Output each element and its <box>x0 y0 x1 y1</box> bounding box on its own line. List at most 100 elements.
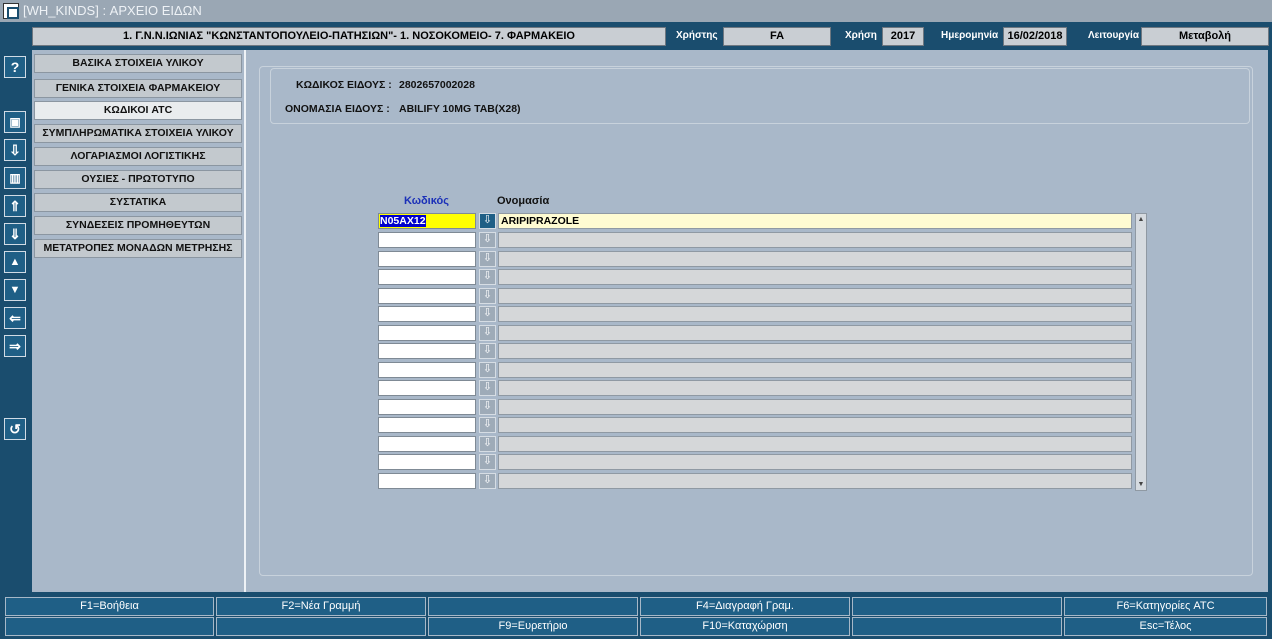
help-icon[interactable]: ? <box>4 56 26 78</box>
lookup-down-icon[interactable]: ⇩ <box>479 473 496 489</box>
name-cell[interactable] <box>498 380 1132 396</box>
code-cell[interactable] <box>378 473 476 489</box>
code-cell[interactable] <box>378 232 476 248</box>
code-cell-text: N05AX12 <box>380 215 426 227</box>
undo-icon[interactable]: ↺ <box>4 418 26 440</box>
sidebar-item-substances[interactable]: ΟΥΣΙΕΣ - ΠΡΩΤΟΤΥΠΟ <box>34 170 242 189</box>
name-cell[interactable] <box>498 306 1132 322</box>
lookup-down-icon[interactable]: ⇩ <box>479 417 496 433</box>
lookup-down-icon[interactable]: ⇩ <box>479 288 496 304</box>
fkey-empty[interactable] <box>216 617 426 636</box>
code-cell[interactable] <box>378 306 476 322</box>
name-cell[interactable] <box>498 343 1132 359</box>
fkey-empty[interactable] <box>5 617 214 636</box>
sidebar-item-supplementary[interactable]: ΣΥΜΠΛΗΡΩΜΑΤΙΚΑ ΣΤΟΙΧΕΙΑ ΥΛΙΚΟΥ <box>34 124 242 143</box>
lookup-down-icon[interactable]: ⇩ <box>479 306 496 322</box>
fkey-empty[interactable] <box>852 617 1062 636</box>
grid-scrollbar[interactable]: ▲ ▼ <box>1135 213 1147 491</box>
lookup-down-icon[interactable]: ⇩ <box>479 251 496 267</box>
name-cell[interactable] <box>498 325 1132 341</box>
mode-field: Μεταβολή <box>1141 27 1269 46</box>
sidebar-item-basic-material[interactable]: ΒΑΣΙΚΑ ΣΤΟΙΧΕΙΑ ΥΛΙΚΟΥ <box>34 54 242 73</box>
item-code-label: ΚΩΔΙΚΟΣ ΕΙΔΟΥΣ : <box>296 79 392 91</box>
trash-icon[interactable]: ▥ <box>4 167 26 189</box>
fkey-atc-categories[interactable]: F6=Κατηγορίες ATC <box>1064 597 1267 616</box>
fkey-exit[interactable]: Esc=Τέλος <box>1064 617 1267 636</box>
sidebar-item-supplier-links[interactable]: ΣΥΝΔΕΣΕΙΣ ΠΡΟΜΗΘΕΥΤΩΝ <box>34 216 242 235</box>
name-cell[interactable] <box>498 232 1132 248</box>
sidebar-item-accounting[interactable]: ΛΟΓΑΡΙΑΣΜΟΙ ΛΟΓΙΣΤΙΚΗΣ <box>34 147 242 166</box>
column-header-name: Ονομασία <box>497 195 550 207</box>
code-cell[interactable] <box>378 269 476 285</box>
mode-label: Λειτουργία <box>1088 30 1139 41</box>
item-name-value: ABILIFY 10MG TAB(X28) <box>399 103 521 115</box>
sidebar-item-ingredients[interactable]: ΣΥΣΤΑΤΙΚΑ <box>34 193 242 212</box>
name-cell[interactable] <box>498 288 1132 304</box>
scroll-down-icon[interactable]: ▼ <box>1136 479 1146 490</box>
fkey-index[interactable]: F9=Ευρετήριο <box>428 617 638 636</box>
user-label: Χρήστης <box>676 30 718 41</box>
code-cell[interactable] <box>378 454 476 470</box>
next-block-icon[interactable]: ⇒ <box>4 335 26 357</box>
fkey-help[interactable]: F1=Βοήθεια <box>5 597 214 616</box>
date-label: Ημερομηνία <box>941 30 999 41</box>
code-cell[interactable] <box>378 325 476 341</box>
fkey-new-row[interactable]: F2=Νέα Γραμμή <box>216 597 426 616</box>
lookup-down-icon[interactable]: ⇩ <box>479 380 496 396</box>
name-cell[interactable] <box>498 436 1132 452</box>
code-cell[interactable] <box>378 436 476 452</box>
date-field: 16/02/2018 <box>1003 27 1067 46</box>
code-cell[interactable] <box>378 380 476 396</box>
lookup-down-icon[interactable]: ⇩ <box>479 362 496 378</box>
save-icon[interactable]: ▣ <box>4 111 26 133</box>
first-record-icon[interactable]: ⇑ <box>4 195 26 217</box>
lookup-down-icon[interactable]: ⇩ <box>479 436 496 452</box>
code-cell[interactable]: N05AX12 <box>378 213 476 229</box>
lookup-down-icon[interactable]: ⇩ <box>479 454 496 470</box>
lookup-down-icon[interactable]: ⇩ <box>479 213 496 229</box>
prev-block-icon[interactable]: ⇐ <box>4 307 26 329</box>
title-bar: [WH_KINDS] : ΑΡΧΕΙΟ ΕΙΔΩΝ <box>0 0 1272 22</box>
organization-field: 1. Γ.Ν.Ν.ΙΩΝΙΑΣ "ΚΩΝΣΤΑΝΤΟΠΟΥΛΕΙΟ-ΠΑΤΗΣΙ… <box>32 27 666 46</box>
sidebar-item-pharmacy-general[interactable]: ΓΕΝΙΚΑ ΣΤΟΙΧΕΙΑ ΦΑΡΜΑΚΕΙΟΥ <box>34 79 242 98</box>
next-record-icon[interactable]: ▼ <box>4 279 26 301</box>
lookup-down-icon[interactable]: ⇩ <box>479 399 496 415</box>
name-cell[interactable] <box>498 454 1132 470</box>
year-label: Χρήση <box>845 30 877 41</box>
name-cell[interactable] <box>498 251 1132 267</box>
fkey-empty[interactable] <box>428 597 638 616</box>
vertical-toolbar: ? ▣ ⇩ ▥ ⇑ ⇓ ▲ ▼ ⇐ ⇒ ↺ <box>0 50 32 592</box>
function-key-bar: F1=Βοήθεια F2=Νέα Γραμμή F4=Διαγραφή Γρα… <box>0 592 1272 639</box>
fkey-delete-row[interactable]: F4=Διαγραφή Γραμ. <box>640 597 850 616</box>
app-icon <box>3 3 19 19</box>
download-icon[interactable]: ⇩ <box>4 139 26 161</box>
scroll-up-icon[interactable]: ▲ <box>1136 214 1146 225</box>
window-title: [WH_KINDS] : ΑΡΧΕΙΟ ΕΙΔΩΝ <box>23 3 202 18</box>
header-bar: 1. Γ.Ν.Ν.ΙΩΝΙΑΣ "ΚΩΝΣΤΑΝΤΟΠΟΥΛΕΙΟ-ΠΑΤΗΣΙ… <box>0 22 1272 50</box>
name-cell[interactable] <box>498 473 1132 489</box>
name-cell[interactable] <box>498 417 1132 433</box>
name-cell[interactable]: ARIPIPRAZOLE <box>498 213 1132 229</box>
fkey-commit[interactable]: F10=Καταχώριση <box>640 617 850 636</box>
name-cell[interactable] <box>498 269 1132 285</box>
sidebar: ΒΑΣΙΚΑ ΣΤΟΙΧΕΙΑ ΥΛΙΚΟΥ ΓΕΝΙΚΑ ΣΤΟΙΧΕΙΑ Φ… <box>32 50 244 592</box>
code-cell[interactable] <box>378 399 476 415</box>
name-cell[interactable] <box>498 399 1132 415</box>
lookup-down-icon[interactable]: ⇩ <box>479 269 496 285</box>
code-cell[interactable] <box>378 251 476 267</box>
lookup-down-icon[interactable]: ⇩ <box>479 232 496 248</box>
code-cell[interactable] <box>378 343 476 359</box>
lookup-down-icon[interactable]: ⇩ <box>479 325 496 341</box>
sidebar-item-unit-conversions[interactable]: ΜΕΤΑΤΡΟΠΕΣ ΜΟΝΑΔΩΝ ΜΕΤΡΗΣΗΣ <box>34 239 242 258</box>
last-record-icon[interactable]: ⇓ <box>4 223 26 245</box>
prev-record-icon[interactable]: ▲ <box>4 251 26 273</box>
code-cell[interactable] <box>378 417 476 433</box>
item-name-label: ΟΝΟΜΑΣΙΑ ΕΙΔΟΥΣ : <box>285 103 390 115</box>
lookup-down-icon[interactable]: ⇩ <box>479 343 496 359</box>
user-field: FA <box>723 27 831 46</box>
code-cell[interactable] <box>378 362 476 378</box>
name-cell[interactable] <box>498 362 1132 378</box>
sidebar-item-atc-codes[interactable]: ΚΩΔΙΚΟΙ ATC <box>34 101 242 120</box>
code-cell[interactable] <box>378 288 476 304</box>
fkey-empty[interactable] <box>852 597 1062 616</box>
